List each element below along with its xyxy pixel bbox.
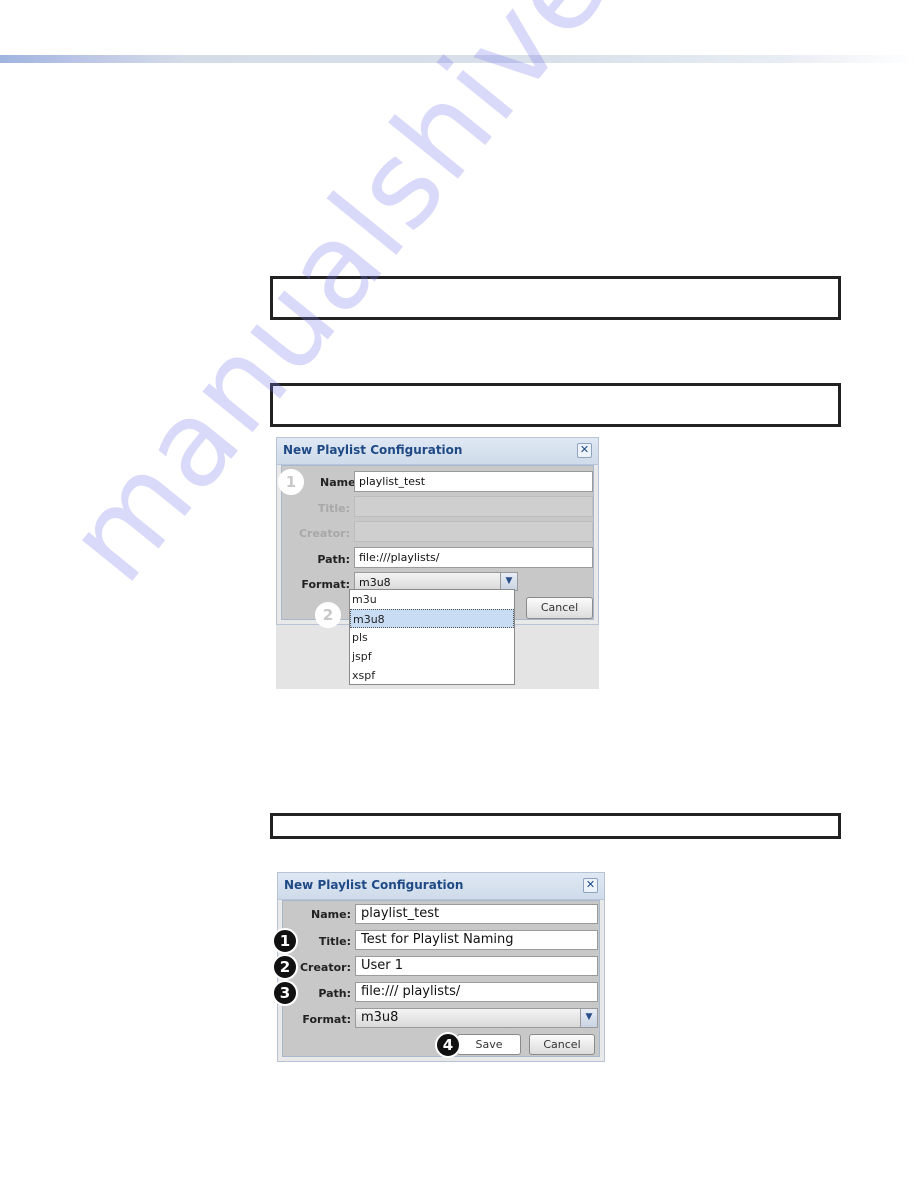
close-icon[interactable]: ✕ <box>577 443 592 458</box>
dialog-header: New Playlist Configuration ✕ <box>278 873 604 900</box>
callout-3: 3 <box>272 980 298 1006</box>
format-select-value: m3u8 <box>361 1010 399 1025</box>
creator-label: Creator: <box>298 527 350 540</box>
name-label: Name: <box>320 476 360 489</box>
name-input[interactable]: playlist_test <box>355 904 598 924</box>
path-input[interactable]: file:///playlists/ <box>354 547 593 568</box>
format-select-value: m3u8 <box>359 576 391 589</box>
dialog-title: New Playlist Configuration <box>284 878 464 892</box>
note-box <box>270 813 841 839</box>
format-label: Format: <box>302 1013 351 1026</box>
creator-label: Creator: <box>299 961 351 974</box>
callout-2: 2 <box>315 602 341 628</box>
name-label: Name: <box>311 908 351 921</box>
creator-input[interactable] <box>354 521 593 542</box>
path-label: Path: <box>317 553 350 566</box>
callout-2: 2 <box>272 954 298 980</box>
path-input[interactable]: file:/// playlists/ <box>355 982 598 1002</box>
callout-1: 1 <box>278 469 304 495</box>
cancel-button[interactable]: Cancel <box>529 1034 595 1055</box>
format-option-pls[interactable]: pls <box>350 628 514 647</box>
dialog-body: Name: playlist_test Title: Test for Play… <box>272 900 600 1058</box>
dialog-header: New Playlist Configuration ✕ <box>277 438 598 465</box>
callout-1: 1 <box>272 928 298 954</box>
header-rule <box>0 55 918 63</box>
new-playlist-dialog-filled: New Playlist Configuration ✕ Name: playl… <box>272 872 605 1062</box>
format-option-xspf[interactable]: xspf <box>350 666 514 685</box>
chevron-down-icon[interactable]: ▼ <box>580 1009 597 1027</box>
title-label: Title: <box>318 935 351 948</box>
close-icon[interactable]: ✕ <box>583 878 598 893</box>
note-box <box>270 383 841 427</box>
format-option-jspf[interactable]: jspf <box>350 647 514 666</box>
title-input[interactable] <box>354 496 593 517</box>
dialog-title: New Playlist Configuration <box>283 443 463 457</box>
callout-4: 4 <box>435 1032 461 1058</box>
cancel-button[interactable]: Cancel <box>526 597 593 619</box>
title-input[interactable]: Test for Playlist Naming <box>355 930 598 950</box>
format-label: Format: <box>301 578 350 591</box>
creator-input[interactable]: User 1 <box>355 956 598 976</box>
path-label: Path: <box>318 987 351 1000</box>
format-option-m3u[interactable]: m3u <box>350 590 514 609</box>
chevron-down-icon[interactable]: ▼ <box>500 573 517 590</box>
format-option-m3u8[interactable]: m3u8 <box>350 609 514 628</box>
format-select[interactable]: m3u8 ▼ <box>355 1008 598 1028</box>
save-button[interactable]: Save <box>457 1034 521 1055</box>
format-dropdown-list: m3u m3u8 pls jspf xspf <box>349 589 515 685</box>
title-label: Title: <box>317 502 350 515</box>
name-input[interactable]: playlist_test <box>354 471 593 492</box>
note-box <box>270 276 841 320</box>
